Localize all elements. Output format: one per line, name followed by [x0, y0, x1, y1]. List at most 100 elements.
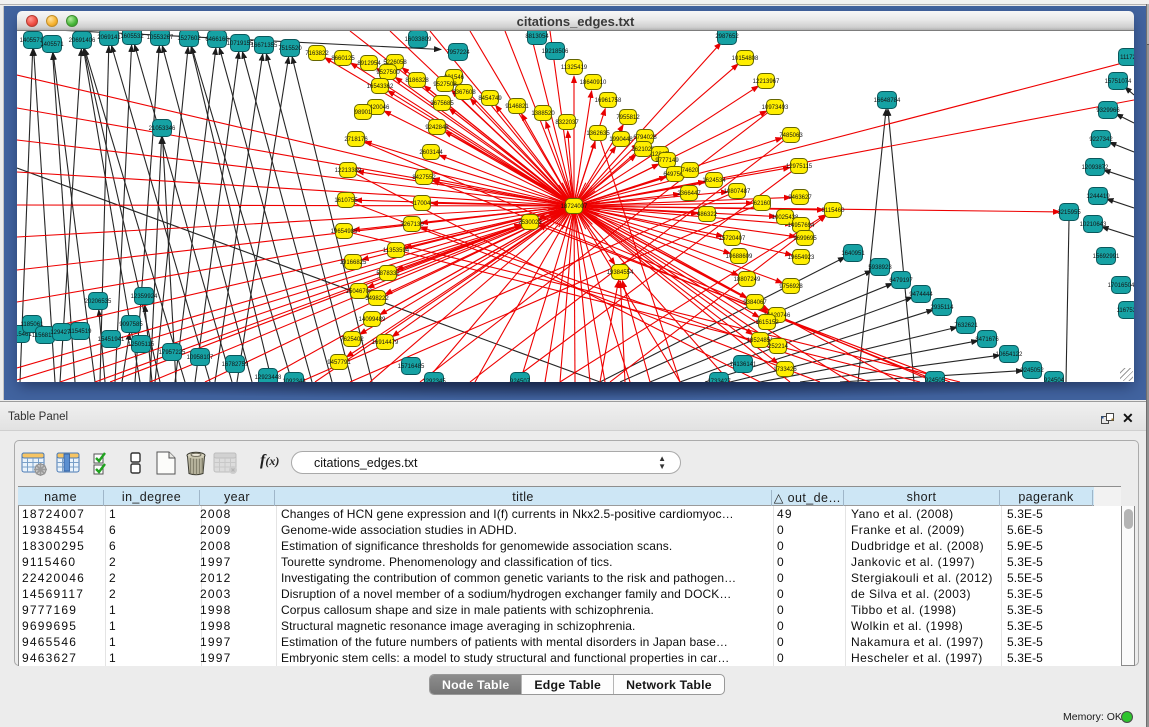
svg-text:9242848: 9242848 [425, 125, 449, 131]
svg-text:18724007: 18724007 [561, 204, 588, 210]
svg-text:21053346: 21053346 [149, 126, 176, 132]
svg-text:11325419: 11325419 [561, 65, 588, 71]
svg-text:12093872: 12093872 [1082, 165, 1109, 171]
svg-text:5938923: 5938923 [868, 265, 892, 271]
svg-text:10553267: 10553267 [147, 35, 174, 41]
svg-text:8186328: 8186328 [405, 78, 429, 84]
svg-text:20206535: 20206535 [85, 299, 112, 305]
svg-text:2603144: 2603144 [419, 150, 443, 156]
svg-text:18640910: 18640910 [580, 80, 607, 86]
svg-text:12505115: 12505115 [128, 342, 155, 348]
svg-text:1990448: 1990448 [609, 137, 633, 143]
svg-text:9777149: 9777149 [655, 158, 679, 164]
svg-text:9457791: 9457791 [327, 360, 351, 366]
svg-text:1605532: 1605532 [120, 34, 144, 40]
svg-text:924504: 924504 [1044, 378, 1065, 382]
svg-text:2718176: 2718176 [344, 137, 368, 143]
svg-text:8471676: 8471676 [975, 337, 999, 343]
svg-text:2530023: 2530023 [518, 220, 542, 226]
svg-text:2069141: 2069141 [97, 35, 121, 41]
svg-text:1244419: 1244419 [1086, 194, 1110, 200]
svg-text:1527602: 1527602 [177, 36, 201, 42]
svg-text:9146821: 9146821 [505, 104, 529, 110]
svg-text:6794028: 6794028 [633, 135, 657, 141]
svg-text:1154519: 1154519 [69, 329, 93, 335]
svg-text:9115460: 9115460 [822, 208, 846, 214]
svg-text:19218506: 19218506 [542, 49, 569, 55]
svg-text:16648784: 16648784 [874, 98, 901, 104]
svg-text:8427552: 8427552 [412, 175, 436, 181]
svg-text:2366447: 2366447 [677, 191, 701, 197]
svg-text:252214: 252214 [768, 344, 789, 350]
svg-text:1167534: 1167534 [1117, 308, 1134, 314]
svg-text:74620: 74620 [682, 168, 699, 174]
svg-text:924505: 924505 [925, 378, 946, 382]
svg-text:11353594: 11353594 [383, 248, 410, 254]
svg-text:9527508: 9527508 [433, 82, 457, 88]
svg-text:19654985: 19654985 [331, 229, 358, 235]
svg-text:1092344: 1092344 [282, 379, 306, 382]
svg-text:1733427: 1733427 [707, 379, 731, 382]
svg-text:8322037: 8322037 [555, 120, 579, 126]
svg-text:9329966: 9329966 [1096, 108, 1120, 114]
svg-text:5878332: 5878332 [376, 271, 400, 277]
svg-text:10807487: 10807487 [724, 189, 751, 195]
svg-text:14957694: 14957694 [788, 223, 815, 229]
svg-text:1610755: 1610755 [334, 198, 358, 204]
svg-text:9474444: 9474444 [909, 292, 933, 298]
svg-text:8660125: 8660125 [331, 56, 355, 62]
svg-text:15451941: 15451941 [98, 337, 125, 343]
svg-text:18807249: 18807249 [734, 277, 761, 283]
svg-text:17957225: 17957225 [159, 350, 186, 356]
svg-text:17016504: 17016504 [1108, 283, 1134, 289]
svg-text:62160: 62160 [754, 201, 771, 207]
svg-text:7485063: 7485063 [779, 133, 803, 139]
svg-text:16914479: 16914479 [372, 340, 399, 346]
svg-text:486322: 486322 [697, 212, 718, 218]
svg-text:15692991: 15692991 [1093, 254, 1120, 260]
svg-text:7163822: 7163822 [305, 51, 329, 57]
svg-text:16671355: 16671355 [251, 43, 278, 49]
svg-text:9699695: 9699695 [793, 236, 817, 242]
svg-text:10210643: 10210643 [1080, 222, 1107, 228]
svg-text:19166825: 19166825 [340, 260, 367, 266]
svg-text:7957224: 7957224 [446, 50, 470, 56]
svg-text:12213389: 12213389 [335, 168, 362, 174]
svg-text:1624534: 1624534 [702, 178, 726, 184]
svg-text:9384067: 9384067 [743, 300, 767, 306]
svg-text:3915461: 3915461 [17, 332, 32, 338]
svg-text:3267130: 3267130 [400, 222, 424, 228]
svg-text:12975115: 12975115 [786, 164, 813, 170]
svg-text:2367608: 2367608 [452, 90, 476, 96]
svg-text:15720407: 15720407 [719, 236, 746, 242]
svg-text:12923448: 12923448 [255, 375, 282, 381]
svg-text:10958107: 10958107 [187, 355, 214, 361]
svg-text:16033809: 16033809 [405, 37, 432, 43]
svg-text:9463627: 9463627 [788, 195, 812, 201]
svg-text:7632621: 7632621 [954, 323, 978, 329]
svg-text:9097585: 9097585 [119, 322, 143, 328]
svg-text:98901: 98901 [355, 110, 372, 116]
svg-text:16961758: 16961758 [595, 98, 622, 104]
svg-text:15716485: 15716485 [398, 364, 425, 370]
svg-text:10973493: 10973493 [762, 105, 789, 111]
svg-text:19654923: 19654923 [788, 255, 815, 261]
svg-text:1733426: 1733426 [773, 367, 797, 373]
svg-text:1388520: 1388520 [531, 111, 555, 117]
svg-text:924507: 924507 [510, 379, 531, 382]
svg-text:1640951: 1640951 [841, 251, 865, 257]
svg-text:3675685: 3675685 [430, 101, 454, 107]
svg-text:2987652: 2987652 [715, 34, 739, 40]
svg-text:1362635: 1362635 [586, 131, 610, 137]
svg-text:3215955: 3215955 [1057, 210, 1081, 216]
svg-text:7625402: 7625402 [340, 337, 364, 343]
svg-text:9245052: 9245052 [1020, 368, 1044, 374]
svg-text:16543362: 16543362 [367, 84, 394, 90]
svg-text:1615152: 1615152 [755, 320, 779, 326]
svg-text:8912954: 8912954 [357, 61, 381, 67]
svg-text:10688609: 10688609 [726, 254, 753, 260]
svg-text:3498222: 3498222 [365, 296, 389, 302]
svg-text:10654122: 10654122 [996, 352, 1023, 358]
svg-text:9227342: 9227342 [1089, 137, 1113, 143]
svg-text:20691406: 20691406 [69, 38, 96, 44]
